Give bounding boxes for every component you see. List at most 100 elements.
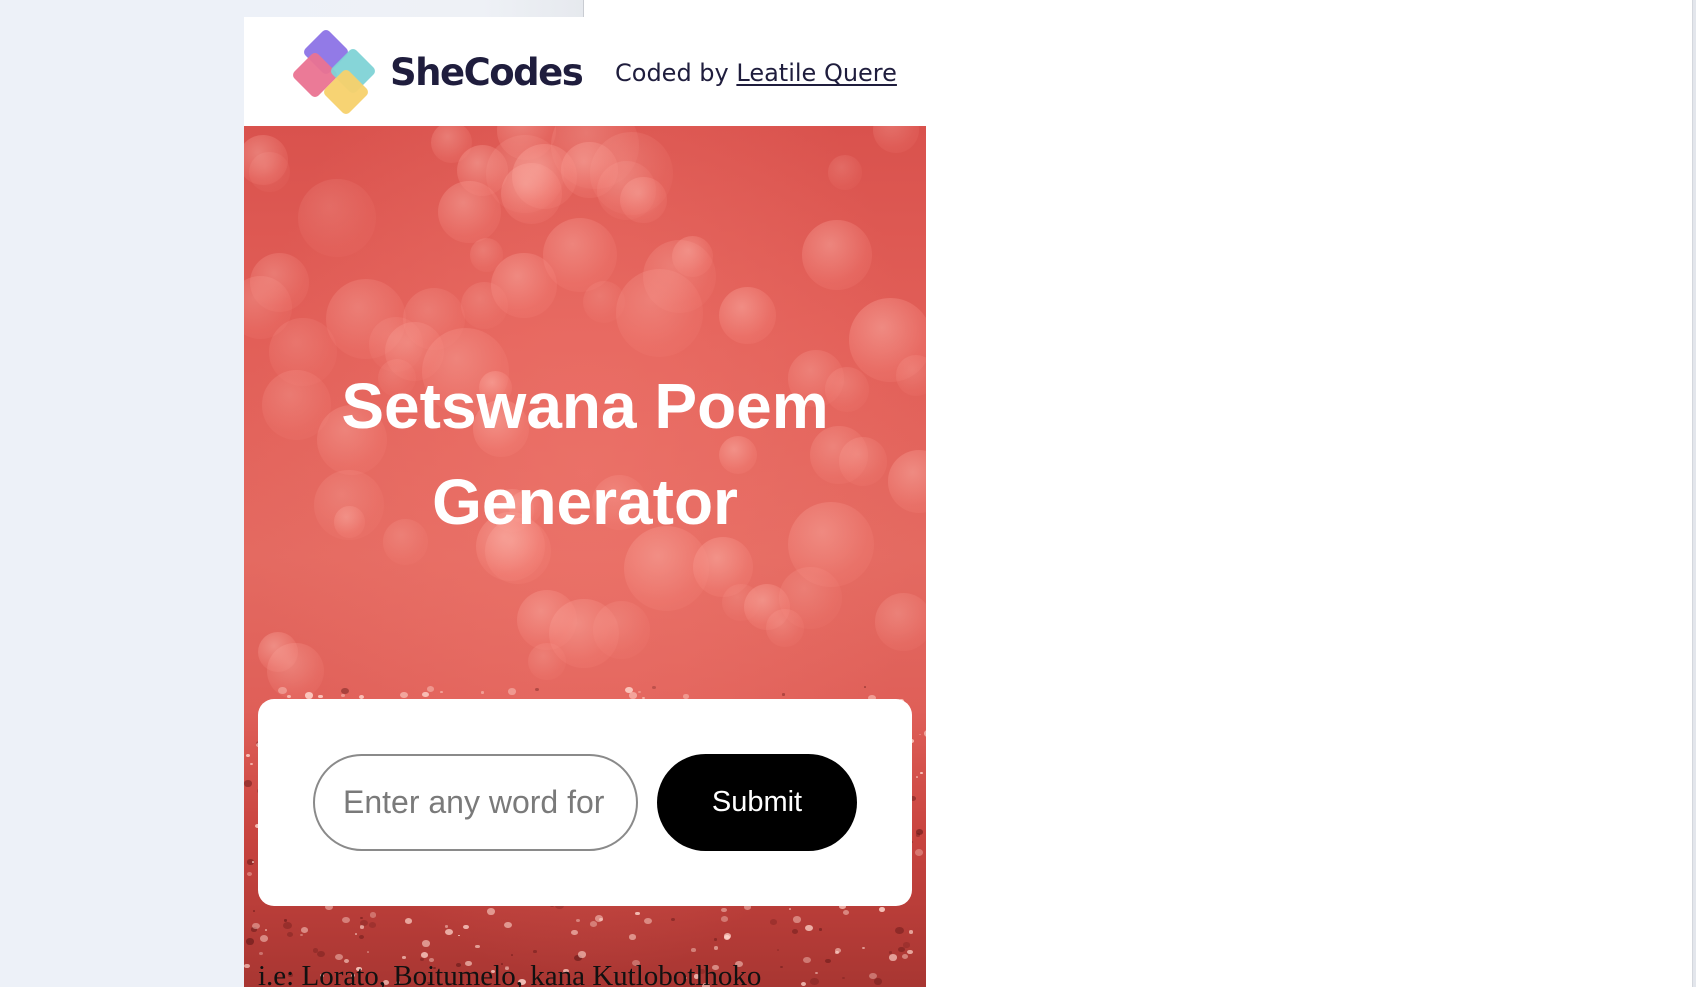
glitter-sparkle — [259, 935, 268, 942]
glitter-sparkle — [598, 917, 603, 921]
glitter-sparkle — [244, 963, 250, 969]
glitter-sparkle — [638, 691, 641, 694]
bokeh-light — [249, 252, 310, 313]
glitter-sparkle — [444, 928, 453, 936]
glitter-sparkle — [399, 691, 408, 699]
glitter-sparkle — [246, 938, 255, 945]
logo-text: SheCodes — [390, 50, 584, 94]
bokeh-light — [592, 601, 651, 659]
glitter-sparkle — [366, 951, 370, 954]
glitter-sparkle — [908, 930, 914, 934]
glitter-sparkle — [815, 972, 818, 975]
bokeh-light — [671, 235, 713, 277]
glitter-sparkle — [510, 954, 513, 956]
glitter-sparkle — [533, 950, 537, 954]
glitter-sparkle — [287, 932, 294, 937]
glitter-sparkle — [305, 692, 314, 699]
glitter-sparkle — [713, 946, 719, 950]
glitter-sparkle — [402, 955, 406, 959]
glitter-sparkle — [342, 916, 351, 924]
glitter-sparkle — [863, 686, 867, 689]
bokeh-light — [802, 219, 872, 290]
glitter-sparkle — [769, 919, 777, 925]
glitter-sparkle — [440, 691, 443, 693]
glitter-sparkle — [805, 924, 813, 931]
author-link[interactable]: Leatile Quere — [736, 59, 897, 87]
glitter-sparkle — [923, 730, 926, 738]
glitter-sparkle — [915, 833, 921, 837]
glitter-sparkle — [421, 939, 431, 947]
glitter-sparkle — [283, 918, 288, 922]
glitter-sparkle — [835, 951, 840, 955]
shecodes-logo-icon — [290, 27, 384, 117]
word-input[interactable] — [313, 754, 638, 851]
glitter-sparkle — [250, 762, 253, 765]
glitter-sparkle — [360, 917, 363, 920]
glitter-sparkle — [244, 780, 253, 787]
glitter-sparkle — [918, 733, 922, 736]
glitter-sparkle — [670, 918, 675, 922]
glitter-sparkle — [589, 921, 597, 928]
page-title: Setswana Poem Generator — [244, 358, 926, 550]
bokeh-light — [469, 238, 504, 272]
glitter-sparkle — [652, 686, 657, 690]
example-hint: i.e: Lorato, Boitumelo, kana Kutlobotlho… — [258, 960, 762, 987]
glitter-sparkle — [358, 934, 365, 939]
glitter-sparkle — [507, 688, 517, 695]
glitter-sparkle — [915, 776, 919, 779]
search-form: Submit — [258, 699, 912, 906]
browser-viewport: SheCodes Coded by Leatile Quere Setswana… — [0, 0, 1696, 987]
glitter-sparkle — [792, 916, 801, 923]
glitter-sparkle — [714, 938, 718, 941]
bokeh-light — [267, 642, 324, 699]
glitter-sparkle — [810, 978, 819, 986]
glitter-sparkle — [788, 907, 792, 910]
glitter-sparkle — [878, 906, 885, 912]
bokeh-light — [298, 179, 376, 257]
bokeh-light — [827, 155, 863, 190]
glitter-sparkle — [246, 754, 251, 758]
glitter-sparkle — [486, 907, 496, 915]
credit-prefix: Coded by — [615, 59, 737, 87]
glitter-sparkle — [920, 772, 923, 774]
glitter-sparkle — [721, 907, 727, 913]
glitter-sparkle — [643, 917, 653, 925]
glitter-sparkle — [776, 949, 779, 952]
glitter-sparkle — [427, 686, 435, 693]
glitter-sparkle — [264, 929, 267, 931]
glitter-sparkle — [888, 954, 897, 961]
glitter-sparkle — [318, 694, 323, 699]
glitter-sparkle — [635, 911, 640, 916]
glitter-sparkle — [779, 965, 783, 968]
glitter-sparkle — [251, 860, 255, 863]
glitter-sparkle — [463, 924, 469, 929]
glitter-sparkle — [503, 921, 513, 929]
glitter-sparkle — [258, 951, 263, 956]
glitter-sparkle — [791, 928, 799, 935]
glitter-sparkle — [278, 686, 288, 694]
glitter-sparkle — [803, 956, 811, 963]
glitter-sparkle — [818, 928, 822, 931]
submit-button[interactable]: Submit — [657, 754, 857, 851]
glitter-sparkle — [354, 932, 357, 935]
glitter-sparkle — [570, 929, 578, 936]
glitter-sparkle — [457, 934, 460, 937]
glitter-background: Setswana Poem Generator Submit i.e: Lora… — [244, 126, 926, 987]
glitter-sparkle — [898, 946, 906, 953]
glitter-sparkle — [576, 918, 581, 922]
bokeh-light — [719, 286, 777, 344]
glitter-sparkle — [475, 944, 480, 949]
glitter-sparkle — [341, 688, 349, 695]
glitter-sparkle — [300, 933, 304, 937]
shecodes-logo[interactable]: SheCodes — [290, 27, 584, 117]
bokeh-light — [779, 567, 842, 630]
bokeh-light — [874, 593, 926, 651]
top-strip-divider — [583, 0, 584, 17]
glitter-sparkle — [405, 917, 413, 924]
glitter-sparkle — [825, 958, 831, 963]
glitter-sparkle — [842, 910, 850, 916]
glitter-sparkle — [625, 686, 633, 693]
glitter-sparkle — [359, 919, 368, 927]
glitter-sparkle — [842, 976, 845, 979]
glitter-sparkle — [246, 871, 252, 877]
